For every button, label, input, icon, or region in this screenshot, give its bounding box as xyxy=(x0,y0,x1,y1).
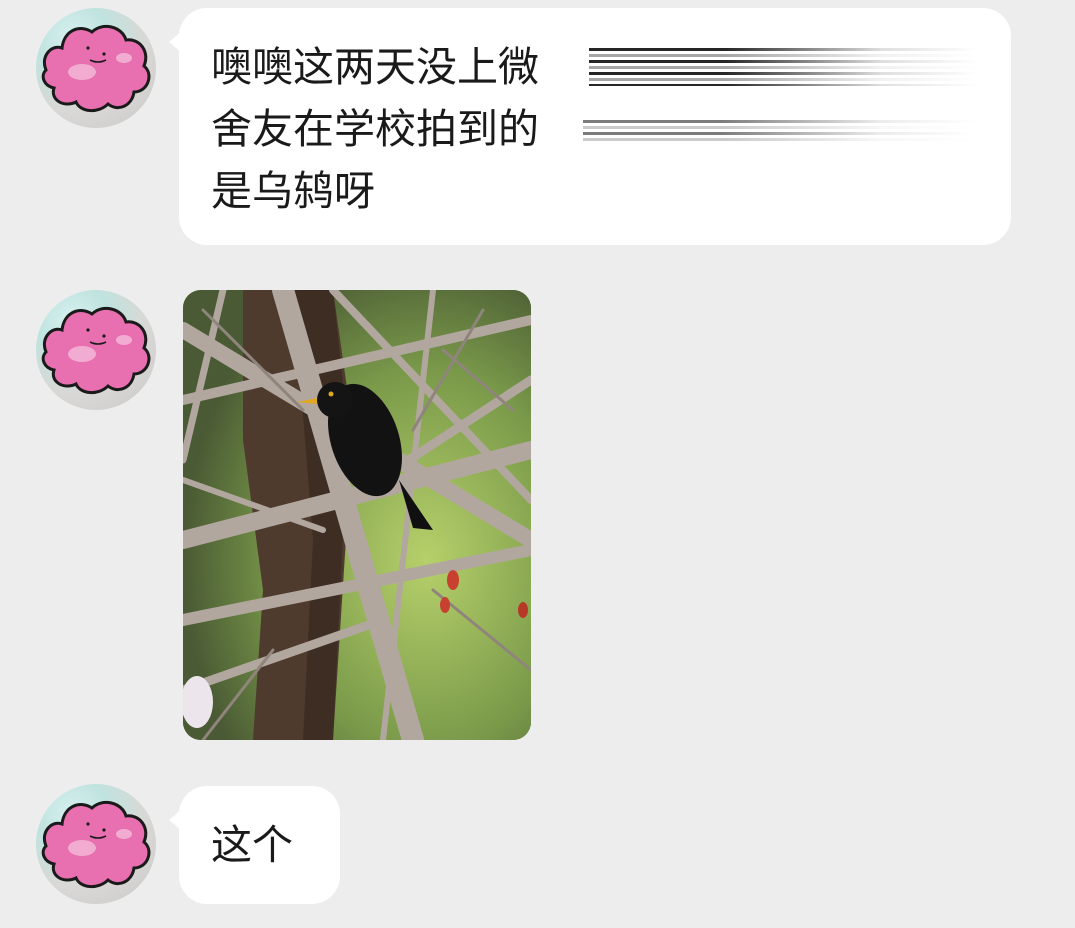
sender-avatar[interactable] xyxy=(36,784,156,904)
message-line: 舍友在学校拍到的 xyxy=(211,98,981,160)
bubble-tail xyxy=(169,30,183,54)
message-text: 是乌鸫呀 xyxy=(211,167,375,215)
message-text: 这个 xyxy=(211,821,293,869)
message-line: 噢噢这两天没上微 xyxy=(211,36,981,98)
message-bubble[interactable]: 噢噢这两天没上微 舍友在学校拍到的 是乌鸫呀 xyxy=(169,8,1011,245)
photo-message[interactable] xyxy=(183,290,531,740)
message-text: 噢噢这两天没上微 xyxy=(211,43,539,91)
message-line: 这个 xyxy=(211,814,340,876)
redaction-mask xyxy=(583,120,979,142)
ditto-avatar-icon xyxy=(41,306,151,394)
ditto-avatar-icon xyxy=(41,24,151,112)
blackbird-photo-icon xyxy=(183,290,531,740)
redaction-mask xyxy=(589,48,979,86)
sender-avatar[interactable] xyxy=(36,290,156,410)
sender-avatar[interactable] xyxy=(36,8,156,128)
message-line: 是乌鸫呀 xyxy=(211,160,981,222)
ditto-avatar-icon xyxy=(41,800,151,888)
message-bubble[interactable]: 这个 xyxy=(169,786,340,904)
message-text: 舍友在学校拍到的 xyxy=(211,105,539,153)
bubble-tail xyxy=(169,808,183,832)
